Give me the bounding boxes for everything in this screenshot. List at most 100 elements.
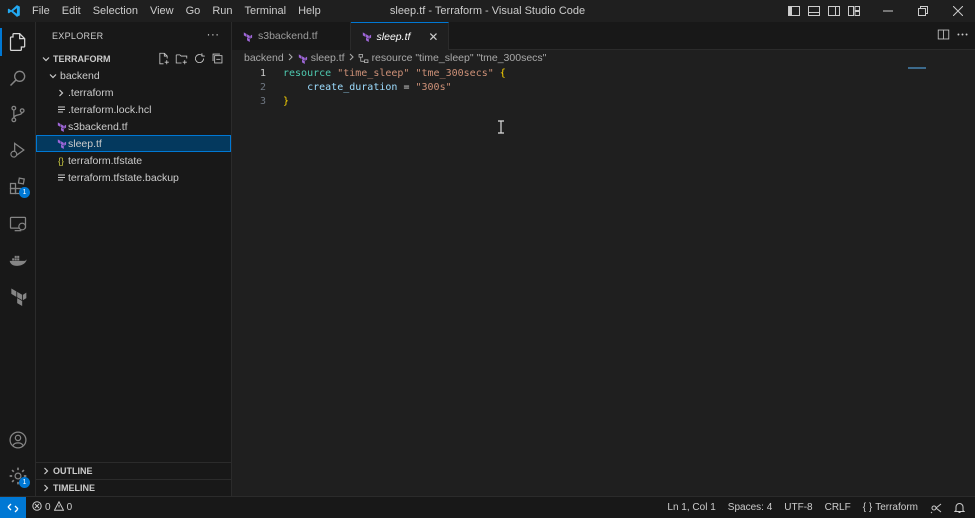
chevron-right-icon — [348, 52, 355, 64]
toggle-panel-icon[interactable] — [804, 0, 824, 22]
customize-layout-icon[interactable] — [844, 0, 864, 22]
split-editor-icon[interactable] — [937, 28, 950, 44]
tree-item-s3backend[interactable]: s3backend.tf — [36, 118, 231, 135]
timeline-label: TIMELINE — [53, 483, 95, 493]
more-actions-button[interactable]: ··· — [205, 28, 221, 44]
remote-indicator-icon[interactable] — [0, 497, 26, 518]
manage-gear-icon[interactable]: 1 — [0, 458, 36, 494]
menu-go[interactable]: Go — [180, 0, 207, 22]
menu-selection[interactable]: Selection — [87, 0, 144, 22]
collapse-all-icon[interactable] — [210, 51, 225, 66]
explorer-title: EXPLORER — [52, 31, 104, 41]
braces-icon: { } — [862, 502, 873, 513]
menu-bar: File Edit Selection View Go Run Terminal… — [28, 0, 327, 22]
tree-item-tfstate[interactable]: {} terraform.tfstate — [36, 152, 231, 169]
refresh-icon[interactable] — [192, 51, 207, 66]
text-cursor-icon — [496, 120, 506, 134]
chevron-right-icon — [39, 484, 53, 492]
chevron-down-icon — [39, 55, 53, 63]
code-string: "300s" — [415, 82, 452, 93]
code-attribute: create_duration — [307, 82, 398, 93]
tree-item-terraform-dir[interactable]: .terraform — [36, 84, 231, 101]
terraform-activity-icon[interactable] — [0, 278, 36, 314]
close-tab-icon[interactable]: ✕ — [428, 30, 438, 44]
menu-edit[interactable]: Edit — [56, 0, 87, 22]
indentation[interactable]: Spaces: 4 — [722, 497, 778, 518]
tab-sleep[interactable]: sleep.tf ✕ — [350, 22, 450, 50]
new-file-icon[interactable] — [156, 51, 171, 66]
tab-s3backend[interactable]: s3backend.tf — [232, 22, 351, 50]
language-mode[interactable]: { } Terraform — [857, 497, 924, 518]
problems-indicator[interactable]: 0 0 — [26, 497, 78, 518]
title-bar: File Edit Selection View Go Run Terminal… — [0, 0, 975, 22]
notifications-bell-icon[interactable] — [948, 497, 975, 518]
terraform-icon — [361, 31, 372, 42]
docker-icon[interactable] — [0, 242, 36, 278]
vscode-logo-icon — [0, 0, 28, 22]
manage-badge: 1 — [19, 477, 30, 488]
restore-icon[interactable] — [905, 0, 940, 22]
source-control-icon[interactable] — [0, 96, 36, 132]
run-debug-icon[interactable] — [0, 132, 36, 168]
close-window-icon[interactable] — [940, 0, 975, 22]
toggle-secondary-sidebar-icon[interactable] — [824, 0, 844, 22]
menu-run[interactable]: Run — [206, 0, 238, 22]
tree-item-label: s3backend.tf — [68, 120, 128, 133]
tab-label: s3backend.tf — [258, 30, 318, 42]
cursor-position[interactable]: Ln 1, Col 1 — [661, 497, 721, 518]
accounts-icon[interactable] — [0, 422, 36, 458]
remote-explorer-icon[interactable] — [0, 206, 36, 242]
error-count: 0 — [45, 502, 51, 513]
code-string: "time_sleep" — [337, 68, 410, 79]
minimize-icon[interactable] — [870, 0, 905, 22]
tree-item-label: .terraform.lock.hcl — [68, 103, 152, 116]
breadcrumb-symbol[interactable]: resource "time_sleep" "tme_300secs" — [372, 52, 547, 64]
tree-item-label: terraform.tfstate — [68, 154, 143, 167]
code-keyword: resource — [283, 68, 332, 79]
tree-item-label: terraform.tfstate.backup — [68, 171, 179, 184]
warning-icon — [53, 500, 64, 514]
terraform-icon — [54, 121, 68, 132]
tree-item-lock-hcl[interactable]: .terraform.lock.hcl — [36, 101, 231, 118]
menu-view[interactable]: View — [144, 0, 180, 22]
line-number: 3 — [259, 96, 266, 107]
encoding[interactable]: UTF-8 — [778, 497, 818, 518]
end-of-line[interactable]: CRLF — [819, 497, 857, 518]
tree-item-sleep[interactable]: sleep.tf — [36, 135, 231, 152]
line-number: 2 — [259, 82, 266, 93]
chevron-right-icon — [54, 89, 68, 97]
outline-section-header[interactable]: OUTLINE — [36, 462, 232, 479]
minimap[interactable] — [908, 67, 926, 69]
chevron-right-icon — [39, 467, 53, 475]
breadcrumb-file[interactable]: sleep.tf — [311, 52, 345, 64]
terraform-icon — [297, 53, 308, 64]
line-number: 1 — [259, 68, 266, 79]
explorer-icon[interactable] — [0, 24, 36, 60]
terraform-icon — [54, 138, 68, 149]
timeline-section-header[interactable]: TIMELINE — [36, 479, 232, 496]
folder-backend[interactable]: backend — [36, 67, 231, 84]
search-icon[interactable] — [0, 60, 36, 96]
more-actions-icon[interactable] — [956, 28, 969, 44]
workspace-name: TERRAFORM — [53, 53, 111, 64]
code-brace: } — [283, 96, 290, 107]
code-editor[interactable]: 1 resource "time_sleep" "tme_300secs" { … — [232, 67, 975, 109]
status-bar: 0 0 Ln 1, Col 1 Spaces: 4 UTF-8 CRLF { }… — [0, 496, 975, 518]
workspace-section-header[interactable]: TERRAFORM — [36, 50, 231, 67]
lines-icon — [54, 173, 68, 182]
json-braces-icon: {} — [57, 155, 64, 166]
editor-tabs: s3backend.tf sleep.tf ✕ — [232, 22, 975, 50]
feedback-icon[interactable] — [924, 497, 948, 518]
breadcrumb-folder[interactable]: backend — [244, 52, 284, 64]
tree-item-label: sleep.tf — [68, 137, 102, 150]
new-folder-icon[interactable] — [174, 51, 189, 66]
tree-item-tfstate-backup[interactable]: terraform.tfstate.backup — [36, 169, 231, 186]
menu-terminal[interactable]: Terminal — [239, 0, 293, 22]
warning-count: 0 — [66, 502, 73, 513]
activity-bar: 1 1 — [0, 22, 36, 496]
outline-label: OUTLINE — [53, 466, 93, 476]
toggle-primary-sidebar-icon[interactable] — [784, 0, 804, 22]
menu-file[interactable]: File — [28, 0, 56, 22]
menu-help[interactable]: Help — [292, 0, 327, 22]
extensions-icon[interactable]: 1 — [0, 168, 36, 204]
